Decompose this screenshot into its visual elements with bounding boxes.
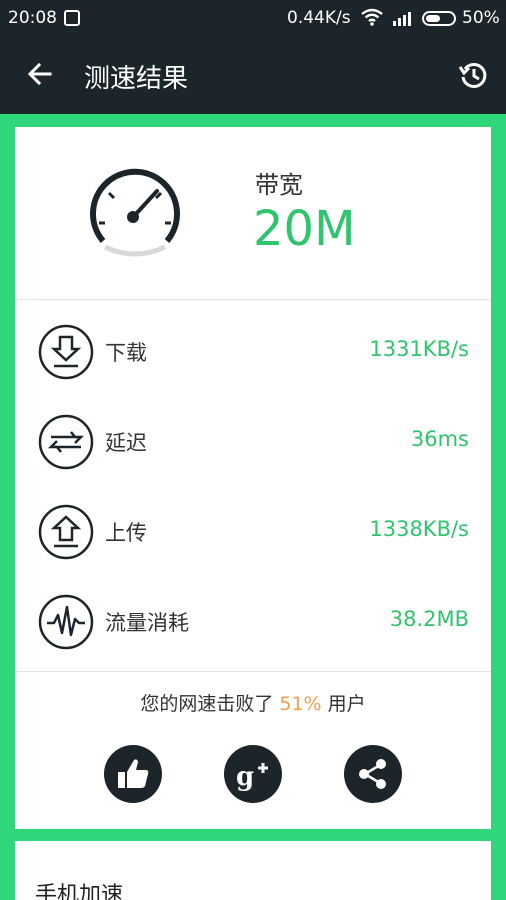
like-button[interactable]: [104, 745, 162, 803]
share-button[interactable]: [344, 745, 402, 803]
svg-text:g: g: [236, 762, 254, 792]
history-icon[interactable]: [458, 60, 488, 90]
metric-row-upload: 上传 1338KB/s: [15, 491, 491, 571]
latency-icon: [38, 414, 94, 470]
traffic-icon: [38, 594, 94, 650]
metric-row-latency: 延迟 36ms: [15, 401, 491, 481]
divider: [15, 671, 491, 672]
speedometer-icon: [90, 168, 180, 257]
metric-label: 上传: [105, 521, 147, 545]
result-card: 带宽 20M 下载 1331KB/s 延迟 36ms 上传 1338KB/s 流…: [15, 127, 491, 829]
google-plus-button[interactable]: g: [224, 745, 282, 803]
beat-percent: 51%: [279, 693, 322, 715]
metric-value: 36ms: [410, 427, 469, 451]
metric-value: 1338KB/s: [369, 517, 469, 541]
notification-icon: [64, 10, 80, 26]
status-time: 20:08: [8, 8, 57, 28]
beat-prefix: 您的网速击败了: [140, 693, 274, 715]
share-icon: [359, 759, 386, 789]
metric-row-traffic: 流量消耗 38.2MB: [15, 581, 491, 661]
status-bar: 20:08 0.44K/s 50%: [0, 0, 506, 36]
signal-icon: [393, 12, 411, 26]
metric-label: 下载: [105, 341, 147, 365]
divider: [15, 299, 491, 300]
metric-label: 延迟: [105, 431, 147, 455]
metric-value: 1331KB/s: [369, 337, 469, 361]
beat-message: 您的网速击败了 51% 用户: [15, 689, 491, 716]
upload-icon: [38, 504, 94, 560]
download-icon: [38, 324, 94, 380]
status-net-speed: 0.44K/s: [287, 8, 351, 28]
phone-boost-card[interactable]: 手机加速: [15, 841, 491, 900]
arrow-left-icon[interactable]: [26, 60, 54, 88]
like-icon: [118, 759, 149, 788]
wifi-icon: [361, 8, 383, 26]
app-bar: 测速结果: [0, 36, 506, 114]
bandwidth-label: 带宽: [255, 171, 303, 199]
phone-boost-title: 手机加速: [35, 883, 124, 900]
battery-icon: [422, 11, 456, 26]
page-title: 测速结果: [84, 64, 189, 94]
beat-suffix: 用户: [327, 693, 366, 715]
metric-row-download: 下载 1331KB/s: [15, 311, 491, 391]
google-plus-icon: g: [236, 762, 268, 792]
status-battery-pct: 50%: [462, 8, 500, 28]
metric-label: 流量消耗: [105, 611, 189, 635]
metric-value: 38.2MB: [389, 607, 469, 631]
bandwidth-value: 20M: [253, 201, 356, 257]
